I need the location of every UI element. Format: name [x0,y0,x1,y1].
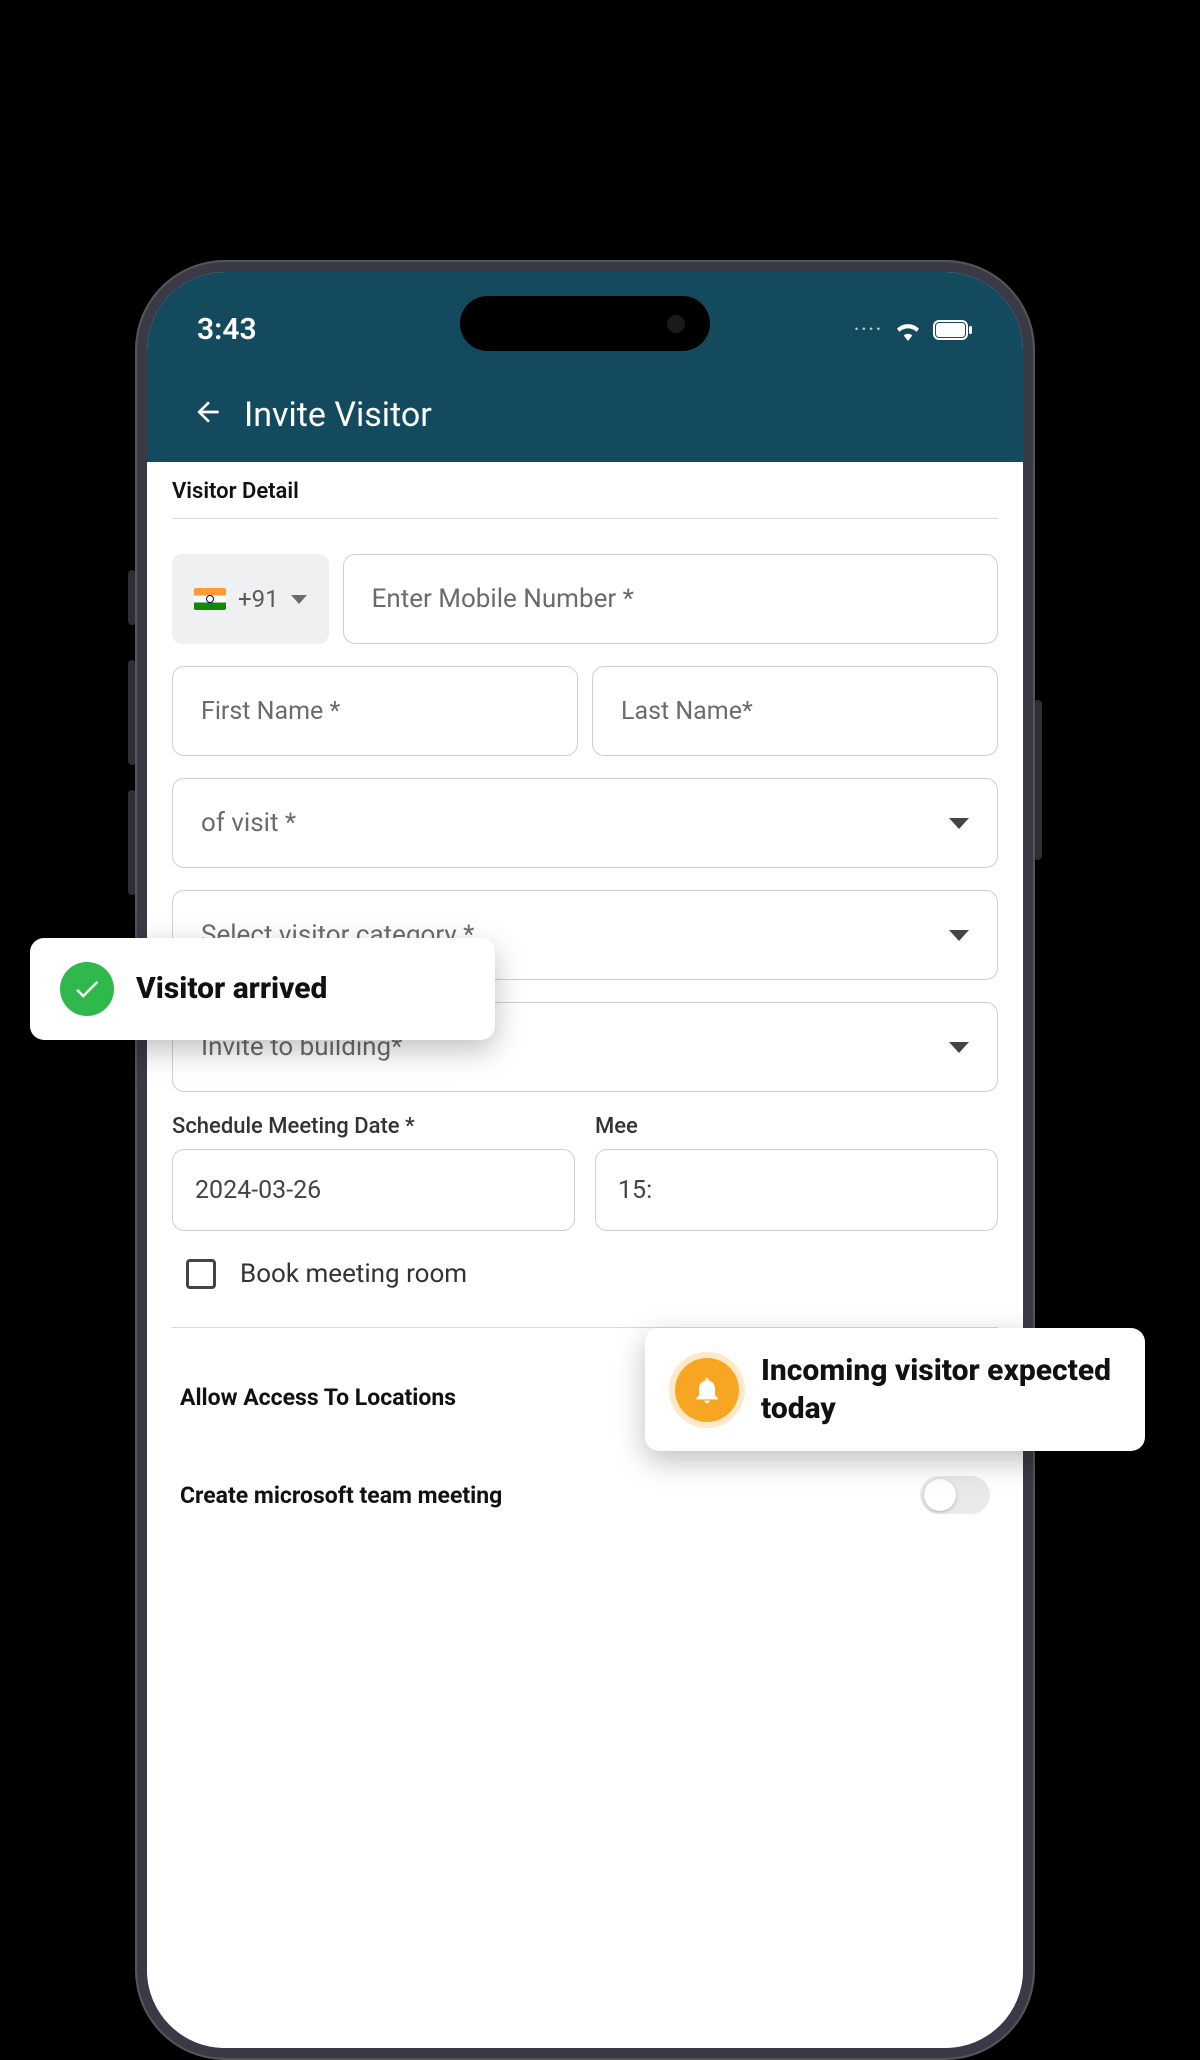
page-title: Invite Visitor [244,395,432,435]
purpose-select[interactable]: of visit * [172,778,998,868]
purpose-placeholder: of visit * [201,808,296,838]
teams-toggle-row: Create microsoft team meeting [172,1446,998,1544]
section-title: Visitor Detail [172,479,998,519]
content-area: Visitor Detail +91 Enter Mobile Number *… [147,462,1023,2048]
schedule-date-value: 2024-03-26 [195,1176,321,1205]
toast-incoming-visitor: Incoming visitor expected today [645,1328,1145,1451]
caret-down-icon [949,818,969,829]
schedule-time-col: Mee 15: [595,1114,998,1231]
locations-label: Allow Access To Locations [180,1384,456,1411]
schedule-time-input[interactable]: 15: [595,1149,998,1231]
battery-icon [933,320,973,340]
purpose-row: of visit * [172,778,998,868]
phone-notch [460,296,710,351]
first-name-placeholder: First Name * [201,697,340,726]
book-room-row[interactable]: Book meeting room [172,1231,998,1317]
schedule-row: Schedule Meeting Date * 2024-03-26 Mee 1… [172,1114,998,1231]
phone-frame: 3:43 ···· Invite Visitor Visitor Detail [135,260,1035,2060]
schedule-time-label: Mee [595,1114,998,1139]
phone-screen: 3:43 ···· Invite Visitor Visitor Detail [147,272,1023,2048]
app-bar: Invite Visitor [147,367,1023,462]
schedule-date-col: Schedule Meeting Date * 2024-03-26 [172,1114,575,1231]
schedule-date-input[interactable]: 2024-03-26 [172,1149,575,1231]
country-code-value: +91 [238,585,279,613]
caret-down-icon [949,930,969,941]
mobile-number-input[interactable]: Enter Mobile Number * [343,554,998,644]
book-room-label: Book meeting room [240,1259,467,1289]
teams-toggle[interactable] [920,1476,990,1514]
wifi-icon [893,319,923,341]
caret-down-icon [949,1042,969,1053]
mobile-placeholder: Enter Mobile Number * [372,584,634,614]
toast-visitor-arrived: Visitor arrived [30,938,495,1040]
name-row: First Name * Last Name* [172,666,998,756]
back-arrow-icon[interactable] [192,396,224,434]
bell-icon [675,1358,739,1422]
check-circle-icon [60,962,114,1016]
toast-arrived-text: Visitor arrived [136,970,327,1008]
mobile-row: +91 Enter Mobile Number * [172,554,998,644]
toast-incoming-text: Incoming visitor expected today [761,1352,1115,1427]
teams-label: Create microsoft team meeting [180,1482,502,1509]
last-name-placeholder: Last Name* [621,697,753,726]
first-name-input[interactable]: First Name * [172,666,578,756]
schedule-time-value: 15: [618,1176,652,1205]
phone-power-button [1034,700,1042,860]
status-right: ···· [854,319,973,341]
signal-dots-icon: ···· [854,319,883,340]
status-time: 3:43 [197,312,257,347]
schedule-date-label: Schedule Meeting Date * [172,1114,575,1139]
country-code-picker[interactable]: +91 [172,554,329,644]
last-name-input[interactable]: Last Name* [592,666,998,756]
chevron-down-icon [291,595,307,604]
flag-india-icon [194,588,226,610]
checkbox-icon[interactable] [186,1259,216,1289]
